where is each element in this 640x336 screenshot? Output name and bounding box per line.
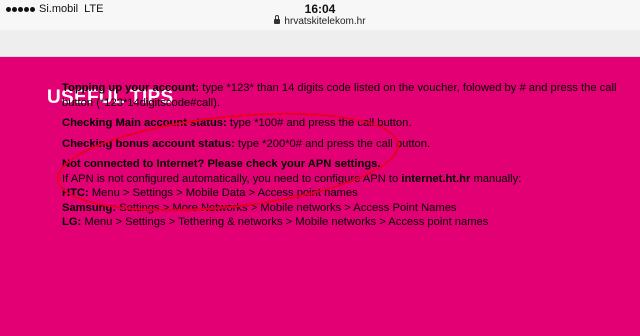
samsung-instructions: Samsung: Settings > More Networks > Mobi… — [62, 201, 627, 216]
ios-status-bar: Si.mobil LTE 16:04 hrvatskitelekom.hr — [0, 0, 640, 30]
tips-content: Topping up your account: type *123* than… — [62, 81, 627, 230]
main-account-tip: Checking Main account status: type *100#… — [62, 116, 627, 131]
clock: 16:04 — [304, 2, 336, 16]
apn-text-post: manually: — [470, 172, 522, 185]
htc-instructions: HTC: Menu > Settings > Mobile Data > Acc… — [62, 186, 627, 201]
apn-instructions: If APN is not configured automatically, … — [62, 172, 627, 187]
bonus-account-tip: Checking bonus account status: type *200… — [62, 137, 627, 152]
bonus-account-label: Checking bonus account status: — [62, 137, 235, 150]
apn-text-pre: If APN is not configured automatically, … — [62, 172, 402, 185]
page-top-band — [0, 30, 640, 57]
lg-text: Menu > Settings > Tethering & networks >… — [81, 216, 489, 228]
apn-value: internet.ht.hr — [401, 172, 471, 185]
topup-tip: Topping up your account: type *123* than… — [62, 81, 627, 110]
apn-settings-tip: Not connected to Internet? Please check … — [62, 157, 627, 230]
htc-text: Menu > Settings > Mobile Data > Access p… — [88, 187, 358, 199]
main-account-text: type *100# and press the call button. — [226, 117, 412, 129]
lg-label: LG: — [62, 216, 82, 228]
lg-instructions: LG: Menu > Settings > Tethering & networ… — [62, 215, 627, 230]
lock-icon — [274, 15, 281, 24]
main-account-label: Checking Main account status: — [62, 117, 227, 129]
address-bar[interactable]: hrvatskitelekom.hr — [0, 15, 640, 27]
topup-label: Topping up your account: — [62, 82, 200, 94]
apn-heading: Not connected to Internet? Please check … — [62, 158, 381, 170]
htc-label: HTC: — [62, 187, 89, 199]
samsung-text: Settings > More Networks > Mobile networ… — [116, 201, 457, 214]
samsung-label: Samsung: — [62, 201, 117, 214]
url-text: hrvatskitelekom.hr — [284, 16, 366, 27]
bonus-account-text: type *200*0# and press the call button. — [234, 137, 431, 150]
